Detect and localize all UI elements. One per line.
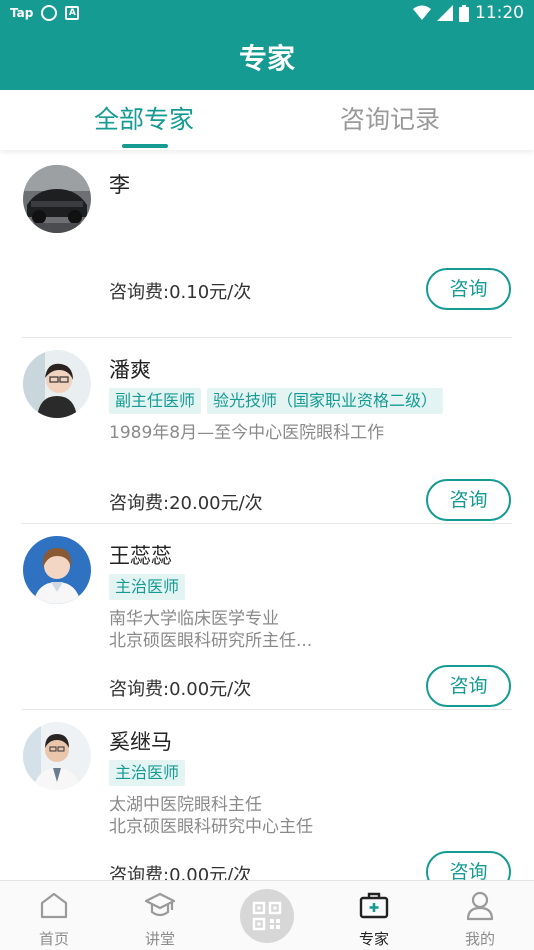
expert-name: 奚继马 bbox=[109, 730, 172, 754]
expert-tags: 主治医师 bbox=[109, 760, 186, 786]
expert-list[interactable]: 李 咨询费:0.10元/次 咨询 潘爽 副主任医师 验光技师（国家职业资格二级）… bbox=[0, 150, 534, 880]
bottom-nav: 首页 讲堂 专家 我的 bbox=[0, 880, 534, 950]
intro-line: 太湖中医院眼科主任 bbox=[109, 795, 262, 815]
graduation-cap-icon bbox=[144, 892, 176, 917]
expert-card-pan[interactable]: 潘爽 副主任医师 验光技师（国家职业资格二级） 1989年8月—至今中心医院眼科… bbox=[0, 338, 534, 524]
avatar bbox=[23, 165, 91, 233]
nav-label: 我的 bbox=[464, 930, 495, 948]
avatar bbox=[23, 536, 91, 604]
expert-tags: 副主任医师 验光技师（国家职业资格二级） bbox=[109, 388, 444, 414]
tap-app-label: Tap bbox=[10, 6, 34, 20]
status-bar-right: 11:20 bbox=[413, 3, 524, 23]
consult-fee: 咨询费:0.10元/次 bbox=[109, 282, 252, 303]
expert-intro: 太湖中医院眼科主任 北京硕医眼科研究中心主任 bbox=[109, 794, 313, 838]
qr-code-icon bbox=[252, 901, 282, 931]
wifi-icon bbox=[413, 5, 431, 20]
user-icon bbox=[466, 891, 494, 921]
consult-fee: 咨询费:0.00元/次 bbox=[109, 679, 252, 700]
tab-consult-records[interactable]: 咨询记录 bbox=[330, 90, 450, 150]
home-icon bbox=[40, 892, 68, 919]
signal-icon bbox=[437, 5, 453, 21]
app-a-icon: A bbox=[65, 6, 80, 20]
nav-label: 专家 bbox=[358, 930, 389, 948]
active-tab-indicator bbox=[122, 144, 168, 148]
consult-fee: 咨询费:20.00元/次 bbox=[109, 493, 263, 514]
expert-name: 李 bbox=[109, 173, 130, 197]
expert-intro: 南华大学临床医学专业 北京硕医眼科研究所主任... bbox=[109, 608, 312, 652]
nav-mine[interactable]: 我的 bbox=[435, 881, 525, 950]
expert-card-li[interactable]: 李 咨询费:0.10元/次 咨询 bbox=[0, 150, 534, 338]
intro-line: 南华大学临床医学专业 bbox=[109, 609, 279, 629]
expert-card-xi[interactable]: 奚继马 主治医师 太湖中医院眼科主任 北京硕医眼科研究中心主任 咨询费:0.00… bbox=[0, 710, 534, 880]
intro-line: 北京硕医眼科研究中心主任 bbox=[109, 817, 313, 837]
title-tag: 副主任医师 bbox=[109, 388, 202, 414]
avatar bbox=[23, 722, 91, 790]
expert-name: 王蕊蕊 bbox=[109, 544, 172, 568]
status-time: 11:20 bbox=[475, 3, 524, 23]
status-bar: Tap A 11:20 bbox=[0, 0, 534, 28]
nav-home[interactable]: 首页 bbox=[9, 881, 99, 950]
expert-name: 潘爽 bbox=[109, 358, 151, 382]
consult-fee: 咨询费:0.00元/次 bbox=[109, 865, 252, 880]
status-bar-left: Tap A bbox=[10, 5, 80, 21]
expert-intro: 1989年8月—至今中心医院眼科工作 bbox=[109, 422, 384, 444]
avatar bbox=[23, 350, 91, 418]
consult-button[interactable]: 咨询 bbox=[426, 479, 511, 521]
title-tag: 验光技师（国家职业资格二级） bbox=[207, 388, 444, 414]
nav-experts[interactable]: 专家 bbox=[329, 881, 419, 950]
nav-label: 首页 bbox=[38, 930, 69, 948]
expert-card-wang[interactable]: 王蕊蕊 主治医师 南华大学临床医学专业 北京硕医眼科研究所主任... 咨询费:0… bbox=[0, 524, 534, 710]
consult-button[interactable]: 咨询 bbox=[426, 268, 511, 310]
medical-kit-icon bbox=[359, 892, 389, 919]
nav-lecture[interactable]: 讲堂 bbox=[115, 881, 205, 950]
page-title: 专家 bbox=[0, 28, 534, 90]
sync-icon bbox=[41, 5, 58, 21]
expert-tags: 主治医师 bbox=[109, 574, 186, 600]
title-tag: 主治医师 bbox=[109, 574, 186, 600]
consult-button[interactable]: 咨询 bbox=[426, 851, 511, 880]
intro-line: 1989年8月—至今中心医院眼科工作 bbox=[109, 423, 385, 443]
tab-bar: 全部专家 咨询记录 bbox=[0, 90, 534, 150]
title-tag: 主治医师 bbox=[109, 760, 186, 786]
intro-line: 北京硕医眼科研究所主任... bbox=[109, 631, 313, 651]
nav-label: 讲堂 bbox=[144, 930, 175, 948]
battery-icon bbox=[459, 4, 469, 22]
consult-button[interactable]: 咨询 bbox=[426, 665, 511, 707]
tab-all-experts[interactable]: 全部专家 bbox=[84, 90, 204, 150]
scan-button[interactable] bbox=[240, 889, 294, 943]
